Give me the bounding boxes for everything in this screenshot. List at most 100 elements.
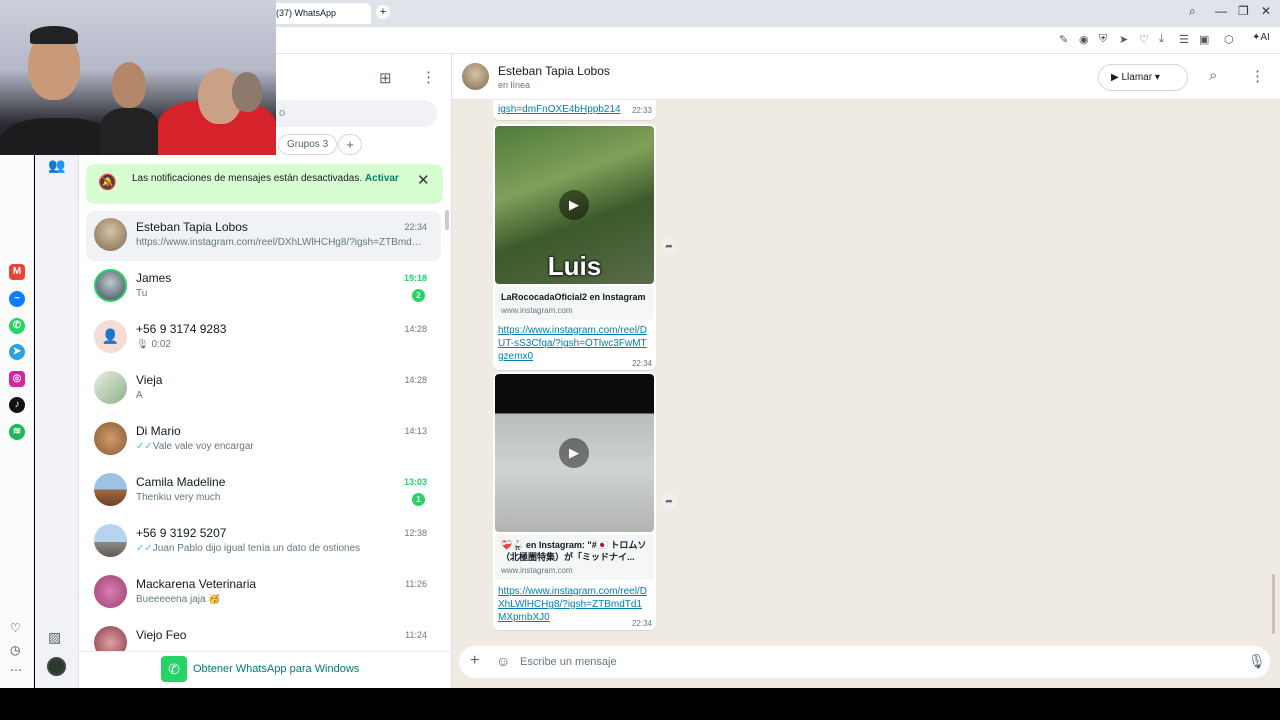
menu-icon[interactable]: ⋮ (1250, 67, 1265, 85)
ai-button[interactable]: ✦AI (1252, 32, 1270, 43)
message-time: 22:33 (631, 106, 652, 115)
gmail-icon[interactable]: M (9, 264, 25, 280)
menu-icon[interactable]: ⋮ (421, 68, 436, 86)
play-icon[interactable]: ▶ (559, 190, 589, 220)
chat-row[interactable]: Mackarena Veterinaria 11:26 Bueeeeena ja… (86, 568, 441, 618)
maximize-icon[interactable]: ❐ (1238, 4, 1249, 18)
video-thumbnail[interactable]: ▶ (495, 374, 654, 532)
tiktok-icon[interactable]: ♪ (9, 397, 25, 413)
double-check-icon: ✓✓ (136, 543, 153, 554)
message-time: 22:34 (631, 619, 652, 628)
get-app-link[interactable]: Obtener WhatsApp para Windows (193, 663, 359, 675)
video-thumbnail[interactable]: ▶ Luis (495, 126, 654, 284)
chat-row[interactable]: +56 9 3192 5207 12:38 ✓✓Juan Pablo dijo … (86, 517, 441, 567)
message-bubble: igsh=dmFnOXE4bHppb214 22:33 (493, 100, 656, 120)
close-icon[interactable]: ✕ (417, 171, 430, 189)
minimize-icon[interactable]: — (1215, 4, 1227, 18)
message-link[interactable]: https://www.instagram.com/reel/DXhLWlHCH… (498, 585, 650, 624)
person-body (100, 108, 160, 155)
chat-time: 11:26 (405, 579, 427, 589)
send-icon[interactable]: ➤ (1119, 33, 1128, 46)
tab-whatsapp[interactable]: (37) WhatsApp (268, 3, 371, 24)
chat-preview: A (136, 390, 143, 401)
chat-row[interactable]: 👤 +56 9 3174 9283 14:28 🎙 0:02 (86, 313, 441, 363)
instagram-icon[interactable]: ◎ (9, 371, 25, 387)
chat-preview: Thenkiu very much (136, 492, 221, 503)
wallet-icon[interactable]: ▣ (1199, 33, 1209, 46)
profile-avatar[interactable] (47, 657, 66, 676)
communities-icon[interactable]: 👥 (48, 157, 65, 174)
chat-time: 19:18 (403, 273, 427, 283)
notification-message: Las notificaciones de mensajes están des… (132, 173, 363, 184)
message-link[interactable]: https://www.instagram.com/reel/DUT-sS3Cf… (498, 324, 650, 363)
heart-icon[interactable]: ♡ (10, 621, 21, 635)
chat-name: Camila Madeline (136, 475, 226, 489)
unread-badge: 1 (412, 493, 425, 506)
telegram-icon[interactable]: ➤ (9, 344, 25, 360)
avatar (94, 422, 127, 455)
message-link[interactable]: igsh=dmFnOXE4bHppb214 (498, 103, 621, 116)
conversation-header[interactable]: Esteban Tapia Lobos en línea ▶ Llamar ▾ … (452, 54, 1280, 100)
avatar (94, 524, 127, 557)
close-window-icon[interactable]: ✕ (1261, 4, 1271, 18)
new-chat-icon[interactable]: ⊞ (379, 69, 392, 87)
chat-name: +56 9 3192 5207 (136, 526, 227, 540)
chat-name: Mackarena Veterinaria (136, 577, 257, 591)
menu-lines-icon[interactable]: ☰ (1179, 33, 1189, 46)
call-button[interactable]: ▶ Llamar ▾ (1098, 64, 1188, 91)
media-icon[interactable]: ▨ (48, 629, 61, 646)
mic-icon[interactable]: 🎙 (1248, 653, 1266, 670)
new-tab-button[interactable]: + (376, 5, 390, 19)
avatar (94, 371, 127, 404)
webcam-overlay (0, 0, 276, 155)
chat-row[interactable]: Di Mario 14:13 ✓✓Vale vale voy encargar (86, 415, 441, 465)
chat-name: +56 9 3174 9283 (136, 322, 227, 336)
chat-preview: Bueeeeena jaja 🥳 (136, 594, 221, 605)
chat-time: 11:24 (405, 630, 427, 640)
chat-name: Vieja (136, 373, 163, 387)
person-body (0, 118, 115, 155)
conversation-panel: Esteban Tapia Lobos en línea ▶ Llamar ▾ … (452, 54, 1280, 688)
whatsapp-icon[interactable]: ✆ (9, 318, 25, 334)
thumbnail-caption: Luis (547, 251, 602, 281)
contact-status: en línea (498, 80, 531, 90)
message-bubble: ▶ Luis LaRococadaOficial2 en Instagram w… (493, 124, 656, 370)
chat-row[interactable]: Camila Madeline 13:03 Thenkiu very much … (86, 466, 441, 516)
chat-list-scrollbar[interactable] (445, 210, 449, 230)
search-tabs-icon[interactable]: ⌕ (1189, 4, 1196, 19)
person-face (232, 72, 262, 112)
message-input[interactable]: Escribe un mensaje (520, 656, 617, 668)
contact-avatar[interactable] (462, 63, 489, 90)
message-area: igsh=dmFnOXE4bHppb214 22:33 ▶ Luis LaRoc… (452, 100, 1280, 642)
link-preview[interactable]: ❤️‍🩹🥋 en Instagram: "#🇯🇵 トロムソ（北極圏特集）が「ミッ… (495, 534, 654, 580)
activate-link[interactable]: Activar (365, 173, 399, 184)
box-icon[interactable]: ⬡ (1224, 33, 1234, 46)
messenger-icon[interactable]: ~ (9, 291, 25, 307)
camera-icon[interactable]: ◉ (1079, 33, 1089, 46)
edit-icon[interactable]: ✎ (1059, 33, 1068, 46)
person-hair (30, 26, 78, 44)
more-icon[interactable]: ⋯ (10, 663, 22, 677)
play-icon[interactable]: ▶ (559, 438, 589, 468)
forward-icon[interactable]: ➦ (661, 493, 677, 509)
chat-row[interactable]: James 19:18 Tu 2 (86, 262, 441, 312)
chat-name: Di Mario (136, 424, 181, 438)
conversation-scrollbar[interactable] (1272, 574, 1275, 634)
chat-row[interactable]: Esteban Tapia Lobos 22:34 https://www.in… (86, 211, 441, 261)
shield-icon[interactable]: ⛨ (1099, 33, 1107, 46)
chat-row[interactable]: Vieja 14:28 A (86, 364, 441, 414)
heart-icon[interactable]: ♡ (1139, 33, 1149, 46)
search-icon[interactable]: ⌕ (1209, 67, 1217, 84)
history-icon[interactable]: ◷ (10, 643, 20, 657)
attach-plus-icon[interactable]: + (470, 652, 479, 670)
preview-domain: www.instagram.com (501, 566, 573, 575)
filter-chip-groups[interactable]: Grupos 3 (278, 134, 338, 155)
emoji-icon[interactable]: ☺ (496, 653, 510, 669)
get-windows-app-banner[interactable]: ✆ Obtener WhatsApp para Windows (79, 651, 451, 688)
spotify-icon[interactable]: ≋ (9, 424, 25, 440)
download-icon[interactable]: ⤓ (1159, 33, 1164, 46)
add-filter-button[interactable]: + (338, 134, 362, 155)
notification-text: Las notificaciones de mensajes están des… (132, 173, 399, 184)
forward-icon[interactable]: ➦ (661, 238, 677, 254)
link-preview[interactable]: LaRococadaOficial2 en Instagram www.inst… (495, 286, 654, 320)
